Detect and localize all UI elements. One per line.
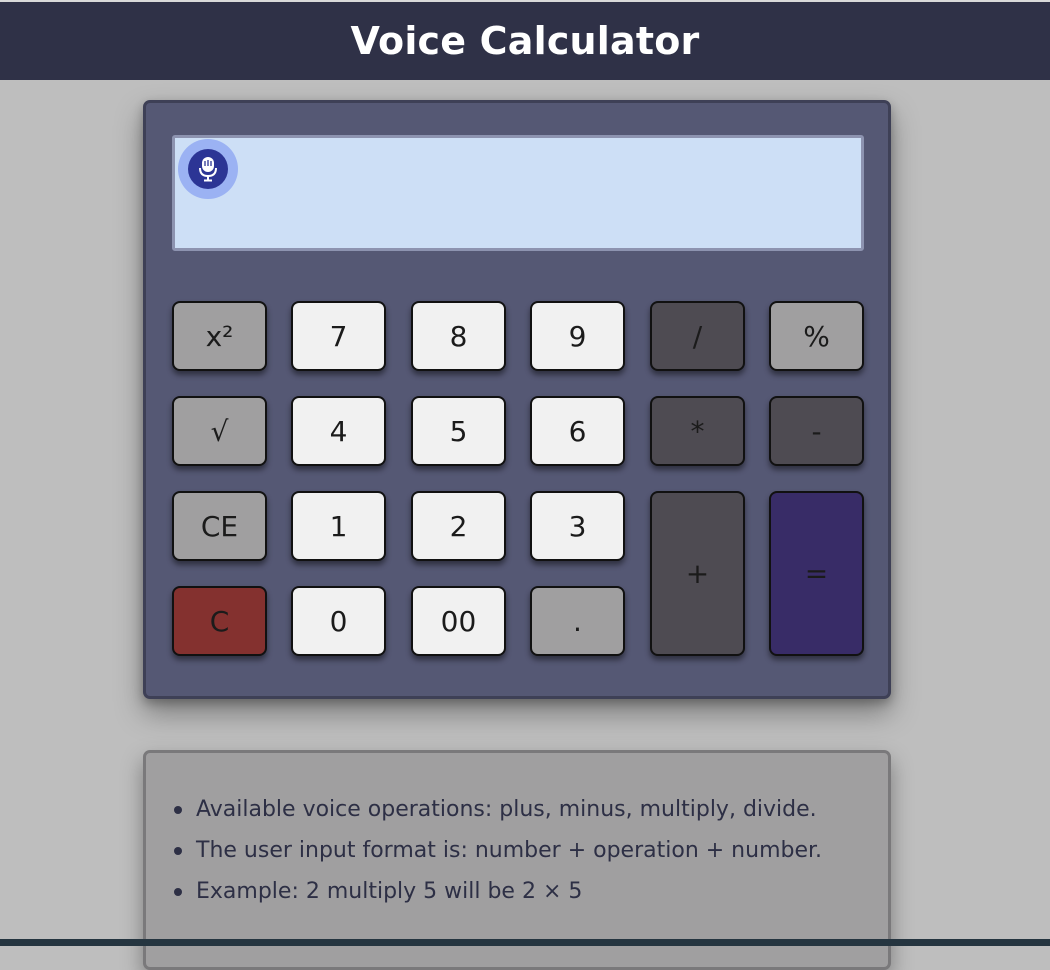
digit-0-button[interactable]: 0 [291, 586, 386, 656]
equals-button[interactable]: = [769, 491, 864, 656]
instruction-item: The user input format is: number + opera… [174, 830, 888, 871]
multiply-button[interactable]: * [650, 396, 745, 466]
app-header: Voice Calculator [0, 0, 1050, 80]
digit-2-button[interactable]: 2 [411, 491, 506, 561]
instruction-item: Available voice operations: plus, minus,… [174, 789, 888, 830]
decimal-button[interactable]: . [530, 586, 625, 656]
page-title: Voice Calculator [350, 19, 700, 63]
digit-5-button[interactable]: 5 [411, 396, 506, 466]
digit-3-button[interactable]: 3 [530, 491, 625, 561]
percent-button[interactable]: % [769, 301, 864, 371]
square-button[interactable]: x² [172, 301, 267, 371]
digit-9-button[interactable]: 9 [530, 301, 625, 371]
digit-8-button[interactable]: 8 [411, 301, 506, 371]
calculator-panel: x² 7 8 9 / % √ 4 5 6 * - CE 1 2 3 + = C … [143, 100, 891, 699]
clear-entry-button[interactable]: CE [172, 491, 267, 561]
double-zero-button[interactable]: 00 [411, 586, 506, 656]
digit-4-button[interactable]: 4 [291, 396, 386, 466]
digit-1-button[interactable]: 1 [291, 491, 386, 561]
instruction-item: Example: 2 multiply 5 will be 2 × 5 [174, 871, 888, 912]
digit-6-button[interactable]: 6 [530, 396, 625, 466]
clear-button[interactable]: C [172, 586, 267, 656]
sqrt-button[interactable]: √ [172, 396, 267, 466]
microphone-icon [199, 157, 217, 182]
instructions-list: Available voice operations: plus, minus,… [146, 753, 888, 912]
divide-button[interactable]: / [650, 301, 745, 371]
digit-7-button[interactable]: 7 [291, 301, 386, 371]
plus-button[interactable]: + [650, 491, 745, 656]
minus-button[interactable]: - [769, 396, 864, 466]
bottom-bar [0, 939, 1050, 946]
mic-button[interactable] [178, 139, 238, 199]
calculator-display [172, 135, 864, 251]
mic-button-inner[interactable] [188, 149, 228, 189]
instructions-panel: Available voice operations: plus, minus,… [143, 750, 891, 970]
